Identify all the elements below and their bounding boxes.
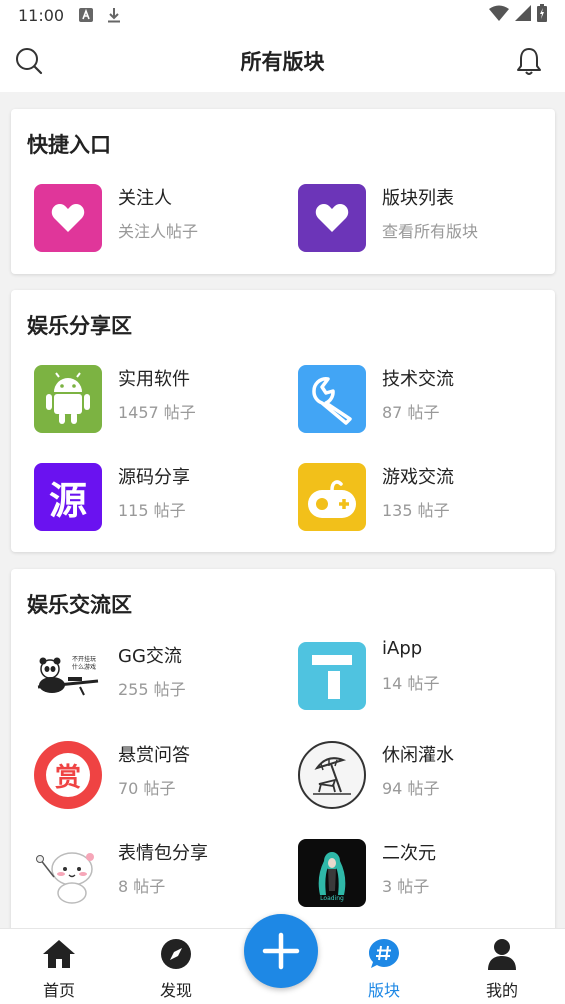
forum-item-tech[interactable]: 技术交流 87 帖子 bbox=[298, 365, 548, 435]
person-icon bbox=[485, 937, 519, 971]
iapp-icon bbox=[298, 642, 366, 710]
notification-a-icon bbox=[78, 7, 94, 23]
home-icon bbox=[42, 937, 76, 971]
forum-item-leisure[interactable]: 休闲灌水 94 帖子 bbox=[298, 741, 548, 811]
wifi-icon bbox=[489, 5, 509, 25]
source-glyph: 源 bbox=[48, 478, 87, 523]
section-entertainment-share: 娱乐分享区 实用软件 1457 帖子 技术交流 87 帖子 源 源码分享 115… bbox=[11, 290, 555, 552]
gamepad-icon bbox=[298, 463, 366, 531]
item-name: 实用软件 bbox=[118, 369, 190, 390]
section-entertainment-chat: 娱乐交流区 不开挂玩什么游戏 GG交流 255 帖子 iApp 14 帖子 赏 … bbox=[11, 569, 555, 949]
item-name: GG交流 bbox=[118, 646, 182, 667]
forum-item-board-list[interactable]: 版块列表 查看所有版块 bbox=[298, 184, 548, 254]
item-name: 技术交流 bbox=[382, 369, 454, 390]
forum-item-memes[interactable]: 表情包分享 8 帖子 bbox=[34, 839, 284, 909]
android-icon bbox=[34, 365, 102, 433]
nav-label: 我的 bbox=[485, 981, 518, 1000]
forum-item-source-code[interactable]: 源 源码分享 115 帖子 bbox=[34, 463, 284, 533]
item-name: 悬赏问答 bbox=[118, 745, 190, 766]
forum-item-software[interactable]: 实用软件 1457 帖子 bbox=[34, 365, 284, 435]
hashtag-icon bbox=[367, 937, 401, 971]
nav-item-boards[interactable]: 版块 bbox=[344, 937, 424, 1000]
status-time: 11:00 bbox=[18, 5, 65, 25]
anime-caption: Loading bbox=[320, 895, 344, 902]
new-post-button[interactable] bbox=[244, 914, 318, 988]
beach-umbrella-icon bbox=[298, 741, 366, 809]
item-subtitle: 14 帖子 bbox=[382, 674, 440, 693]
page-title: 所有版块 bbox=[240, 50, 325, 74]
item-name: 表情包分享 bbox=[118, 843, 208, 864]
item-subtitle: 94 帖子 bbox=[382, 779, 440, 798]
item-name: 游戏交流 bbox=[382, 467, 454, 488]
app-header: 所有版块 bbox=[0, 30, 565, 92]
item-name: 关注人 bbox=[118, 188, 172, 209]
item-subtitle: 8 帖子 bbox=[118, 877, 166, 896]
download-icon bbox=[106, 7, 122, 23]
search-button[interactable] bbox=[14, 46, 44, 76]
item-subtitle: 87 帖子 bbox=[382, 403, 440, 422]
section-title: 娱乐交流区 bbox=[27, 593, 132, 617]
item-name: 二次元 bbox=[382, 843, 436, 864]
plus-icon bbox=[262, 932, 300, 970]
wrench-icon bbox=[298, 365, 366, 433]
notifications-button[interactable] bbox=[515, 46, 543, 76]
source-char-icon: 源 bbox=[34, 463, 102, 531]
section-title: 娱乐分享区 bbox=[27, 314, 132, 338]
reward-glyph: 赏 bbox=[54, 762, 81, 793]
item-subtitle: 1457 帖子 bbox=[118, 403, 196, 422]
reward-bubble: 赏 bbox=[46, 753, 90, 797]
heart-icon bbox=[298, 184, 366, 252]
meme-face-icon bbox=[34, 839, 102, 907]
forum-item-following[interactable]: 关注人 关注人帖子 bbox=[34, 184, 284, 254]
forum-item-iapp[interactable]: iApp 14 帖子 bbox=[298, 638, 548, 712]
nav-label: 发现 bbox=[159, 981, 192, 1000]
item-subtitle: 255 帖子 bbox=[118, 680, 186, 699]
signal-icon bbox=[515, 5, 531, 25]
reward-icon: 赏 bbox=[34, 741, 102, 809]
item-subtitle: 115 帖子 bbox=[118, 501, 186, 520]
forum-item-reward-qa[interactable]: 赏 悬赏问答 70 帖子 bbox=[34, 741, 284, 811]
item-name: iApp bbox=[382, 638, 423, 659]
forum-item-gg[interactable]: 不开挂玩什么游戏 GG交流 255 帖子 bbox=[34, 642, 284, 712]
battery-icon bbox=[537, 4, 547, 26]
compass-icon bbox=[159, 937, 193, 971]
forum-item-games[interactable]: 游戏交流 135 帖子 bbox=[298, 463, 548, 533]
item-subtitle: 135 帖子 bbox=[382, 501, 450, 520]
bell-icon bbox=[517, 48, 541, 75]
panda-sniper-icon: 不开挂玩什么游戏 bbox=[34, 642, 102, 710]
anime-girl-icon: Loading bbox=[298, 839, 366, 907]
search-icon bbox=[16, 48, 43, 75]
item-subtitle: 3 帖子 bbox=[382, 877, 430, 896]
nav-label: 首页 bbox=[42, 981, 75, 1000]
nav-item-home[interactable]: 首页 bbox=[19, 937, 99, 1000]
nav-item-discover[interactable]: 发现 bbox=[136, 937, 216, 1000]
nav-label: 版块 bbox=[367, 981, 400, 1000]
status-bar: 11:00 bbox=[0, 0, 565, 30]
item-name: 版块列表 bbox=[382, 188, 454, 209]
item-name: 源码分享 bbox=[118, 467, 190, 488]
item-subtitle: 查看所有版块 bbox=[382, 222, 479, 241]
nav-item-profile[interactable]: 我的 bbox=[462, 937, 542, 1000]
forum-item-anime[interactable]: Loading 二次元 3 帖子 bbox=[298, 839, 548, 909]
item-subtitle: 关注人帖子 bbox=[118, 222, 199, 241]
section-title: 快捷入口 bbox=[27, 133, 111, 157]
item-subtitle: 70 帖子 bbox=[118, 779, 176, 798]
panda-caption: 不开挂玩什么游戏 bbox=[72, 656, 97, 671]
item-name: 休闲灌水 bbox=[382, 745, 454, 766]
heart-icon bbox=[34, 184, 102, 252]
section-quick-access: 快捷入口 关注人 关注人帖子 版块列表 查看所有版块 bbox=[11, 109, 555, 274]
